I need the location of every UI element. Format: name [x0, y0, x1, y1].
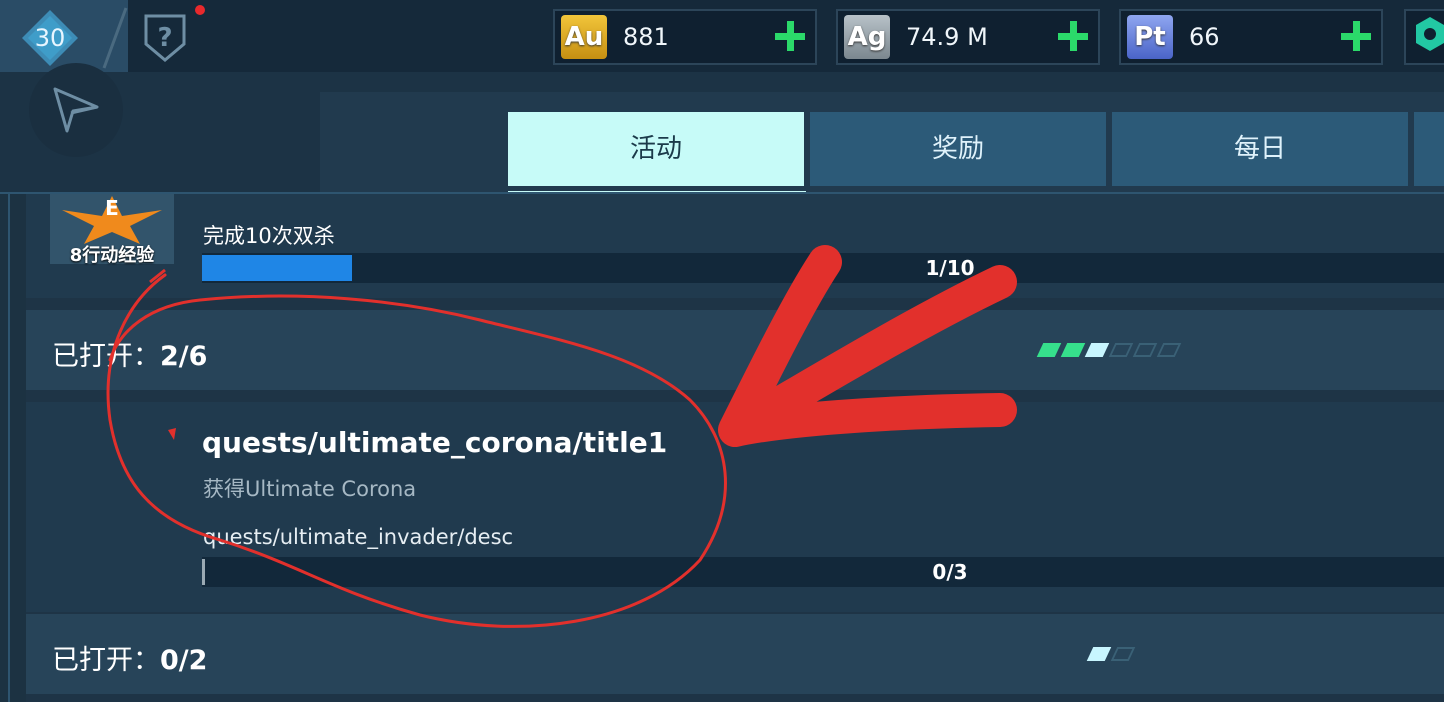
opened-label: 已打开： — [52, 341, 160, 372]
progress-pip — [1036, 343, 1062, 357]
star-icon: E — [62, 196, 162, 244]
level-number: 30 — [34, 24, 66, 52]
left-rail — [0, 194, 26, 702]
opened-value: 2/6 — [160, 341, 208, 372]
gold-value: 881 — [623, 23, 669, 51]
task-progress-text: 1/10 — [925, 256, 975, 280]
progress-pip — [1084, 343, 1110, 357]
quest-progress-text: 0/3 — [932, 560, 968, 584]
add-gold-button[interactable] — [775, 21, 805, 51]
quest-progress-bar: 0/3 — [202, 557, 1444, 587]
section-opened-row-2 — [26, 614, 1444, 694]
quest-description: quests/ultimate_invader/desc — [203, 525, 514, 549]
opened-count-2: 已打开：0/2 — [52, 638, 207, 677]
tab-more[interactable] — [1414, 112, 1444, 186]
task-title: 完成10次双杀 — [203, 224, 335, 248]
send-arrow-icon — [53, 87, 99, 133]
send-button[interactable] — [29, 63, 123, 157]
quest-title: quests/ultimate_corona/title1 — [202, 426, 668, 459]
resource-silver: Ag 74.9 M — [836, 9, 1100, 65]
opened-count-1: 已打开：2/6 — [52, 334, 207, 373]
tab-rewards[interactable]: 奖励 — [810, 112, 1106, 186]
section-opened-row — [26, 310, 1444, 390]
progress-pips-2 — [1086, 647, 1140, 661]
resource-gold: Au 881 — [553, 9, 817, 65]
progress-pips-1 — [1036, 343, 1190, 357]
help-shield-icon[interactable]: ? — [142, 12, 188, 64]
progress-pip — [1110, 647, 1136, 661]
reward-label: 8行动经验 — [69, 245, 155, 266]
resource-gem[interactable] — [1404, 9, 1444, 65]
progress-pip — [1060, 343, 1086, 357]
hex-gem-icon — [1416, 17, 1444, 51]
rail-line — [8, 194, 10, 702]
task-progress-bar: 1/10 — [202, 253, 1444, 283]
silver-value: 74.9 M — [906, 23, 988, 51]
add-silver-button[interactable] — [1058, 21, 1088, 51]
tab-daily[interactable]: 每日 — [1112, 112, 1408, 186]
progress-pip — [1086, 647, 1112, 661]
notification-dot — [195, 5, 205, 15]
resource-platinum: Pt 66 — [1119, 9, 1383, 65]
opened-value-2: 0/2 — [160, 645, 208, 676]
quest-subtitle: 获得Ultimate Corona — [203, 477, 417, 501]
level-badge[interactable]: 30 — [22, 10, 78, 66]
progress-pip — [1132, 343, 1158, 357]
opened-label-2: 已打开： — [52, 645, 160, 676]
silver-icon: Ag — [844, 15, 890, 59]
progress-pip — [1108, 343, 1134, 357]
platinum-icon: Pt — [1127, 15, 1173, 59]
separator-slash — [102, 7, 128, 69]
tab-activity[interactable]: 活动 — [508, 112, 804, 186]
platinum-value: 66 — [1189, 23, 1220, 51]
gold-icon: Au — [561, 15, 607, 59]
progress-pip — [1156, 343, 1182, 357]
svg-text:?: ? — [157, 23, 172, 53]
add-platinum-button[interactable] — [1341, 21, 1371, 51]
reward-grade: E — [105, 196, 119, 220]
